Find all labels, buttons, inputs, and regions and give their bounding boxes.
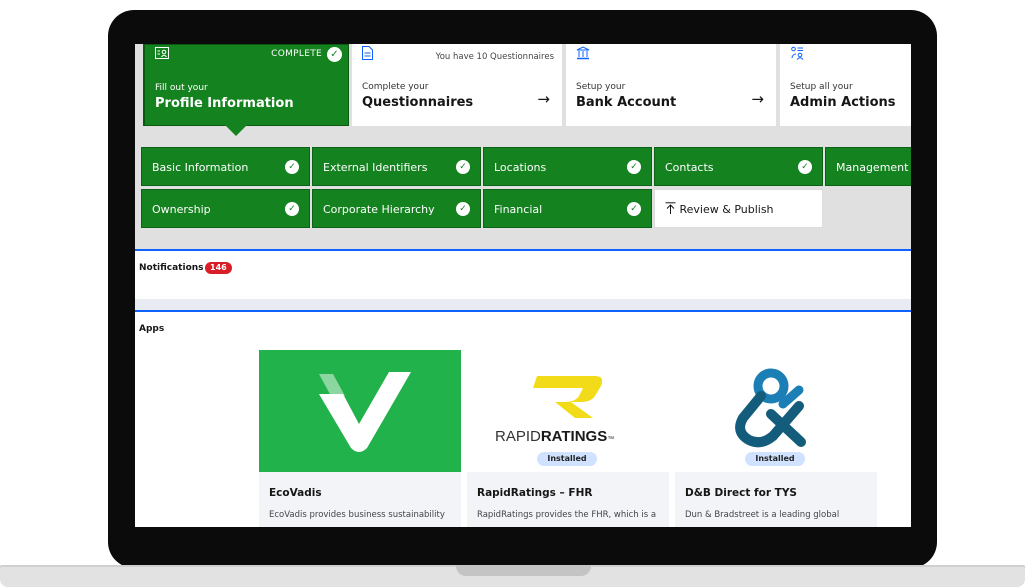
tile-label: Review & Publish xyxy=(679,203,774,216)
apps-panel: Apps EcoVadis EcoVadis provides business… xyxy=(135,310,911,527)
step-title: Bank Account xyxy=(576,95,677,110)
app-name: RapidRatings – FHR xyxy=(477,487,593,499)
app-card-ecovadis[interactable]: EcoVadis EcoVadis provides business sust… xyxy=(259,350,461,527)
ecovadis-logo xyxy=(259,350,461,472)
check-icon: ✓ xyxy=(327,47,342,62)
step-subtitle: Setup all your xyxy=(790,82,853,92)
step-title: Admin Actions xyxy=(790,95,896,110)
tile-review-publish[interactable]: Review & Publish xyxy=(654,189,823,228)
step-title: Profile Information xyxy=(155,96,294,111)
arrow-right-icon: → xyxy=(537,90,550,108)
tile-locations[interactable]: Locations ✓ xyxy=(483,147,652,186)
step-bank-account[interactable]: Setup your Bank Account → xyxy=(566,44,776,126)
notifications-title[interactable]: Notifications xyxy=(139,263,204,273)
tile-corporate-hierarchy[interactable]: Corporate Hierarchy ✓ xyxy=(312,189,481,228)
logo-word-light: RAPID xyxy=(495,428,541,445)
arrow-right-icon: → xyxy=(751,90,764,108)
app-description: Dun & Bradstreet is a leading global xyxy=(685,510,840,520)
app-card-dnb-direct[interactable]: Installed D&B Direct for TYS Dun & Brads… xyxy=(675,350,877,527)
step-status: COMPLETE xyxy=(271,49,322,59)
apps-title: Apps xyxy=(139,324,165,334)
tile-label: Contacts xyxy=(665,161,714,174)
admin-users-icon xyxy=(790,46,804,64)
step-questionnaires[interactable]: You have 10 Questionnaires Complete your… xyxy=(352,44,562,126)
tile-financial[interactable]: Financial ✓ xyxy=(483,189,652,228)
tile-label: Corporate Hierarchy xyxy=(323,203,435,216)
app-description: EcoVadis provides business sustainabilit… xyxy=(269,510,445,520)
document-icon xyxy=(362,46,373,64)
app-name: EcoVadis xyxy=(269,487,322,499)
check-icon: ✓ xyxy=(627,160,641,174)
step-title: Questionnaires xyxy=(362,95,474,110)
tile-label: Management xyxy=(836,161,909,174)
rapidratings-logo: RAPIDRATINGS™ Installed xyxy=(467,350,669,472)
svg-text:RAPIDRATINGS™: RAPIDRATINGS™ xyxy=(495,428,614,445)
step-subtitle: Fill out your xyxy=(155,83,208,93)
tile-external-identifiers[interactable]: External Identifiers ✓ xyxy=(312,147,481,186)
app-card-rapidratings[interactable]: RAPIDRATINGS™ Installed RapidRatings – F… xyxy=(467,350,669,527)
check-icon: ✓ xyxy=(456,202,470,216)
step-admin-actions[interactable]: Setup all your Admin Actions xyxy=(780,44,911,126)
dnb-logo: Installed xyxy=(675,350,877,472)
check-icon: ✓ xyxy=(285,202,299,216)
tile-label: Locations xyxy=(494,161,547,174)
tile-contacts[interactable]: Contacts ✓ xyxy=(654,147,823,186)
logo-trademark: ™ xyxy=(607,436,614,443)
check-icon: ✓ xyxy=(627,202,641,216)
check-icon: ✓ xyxy=(798,160,812,174)
tile-ownership[interactable]: Ownership ✓ xyxy=(141,189,310,228)
app-name: D&B Direct for TYS xyxy=(685,487,797,499)
tile-management[interactable]: Management xyxy=(825,147,911,186)
tile-label: Basic Information xyxy=(152,161,249,174)
logo-word-bold: RATINGS xyxy=(541,428,607,445)
check-icon: ✓ xyxy=(285,160,299,174)
bank-icon xyxy=(576,46,590,64)
installed-badge: Installed xyxy=(745,452,805,466)
check-icon: ✓ xyxy=(456,160,470,174)
tile-label: External Identifiers xyxy=(323,161,428,174)
app-description: RapidRatings provides the FHR, which is … xyxy=(477,510,657,520)
tile-basic-information[interactable]: Basic Information ✓ xyxy=(141,147,310,186)
step-subtitle: Setup your xyxy=(576,82,626,92)
profile-card-icon xyxy=(155,47,169,63)
upload-arrow-icon xyxy=(665,202,680,216)
onboarding-steps: COMPLETE ✓ Fill out your Profile Informa… xyxy=(135,44,911,284)
step-subtitle: Complete your xyxy=(362,82,429,92)
questionnaire-count-note: You have 10 Questionnaires xyxy=(435,52,554,62)
tile-label: Ownership xyxy=(152,203,211,216)
step-profile-information[interactable]: COMPLETE ✓ Fill out your Profile Informa… xyxy=(143,44,349,136)
notifications-panel: Notifications 146 xyxy=(135,249,911,299)
notification-count-badge: 146 xyxy=(205,262,232,274)
laptop-notch xyxy=(456,565,591,576)
tile-label: Financial xyxy=(494,203,543,216)
installed-badge: Installed xyxy=(537,452,597,466)
app-screen: COMPLETE ✓ Fill out your Profile Informa… xyxy=(135,44,911,527)
